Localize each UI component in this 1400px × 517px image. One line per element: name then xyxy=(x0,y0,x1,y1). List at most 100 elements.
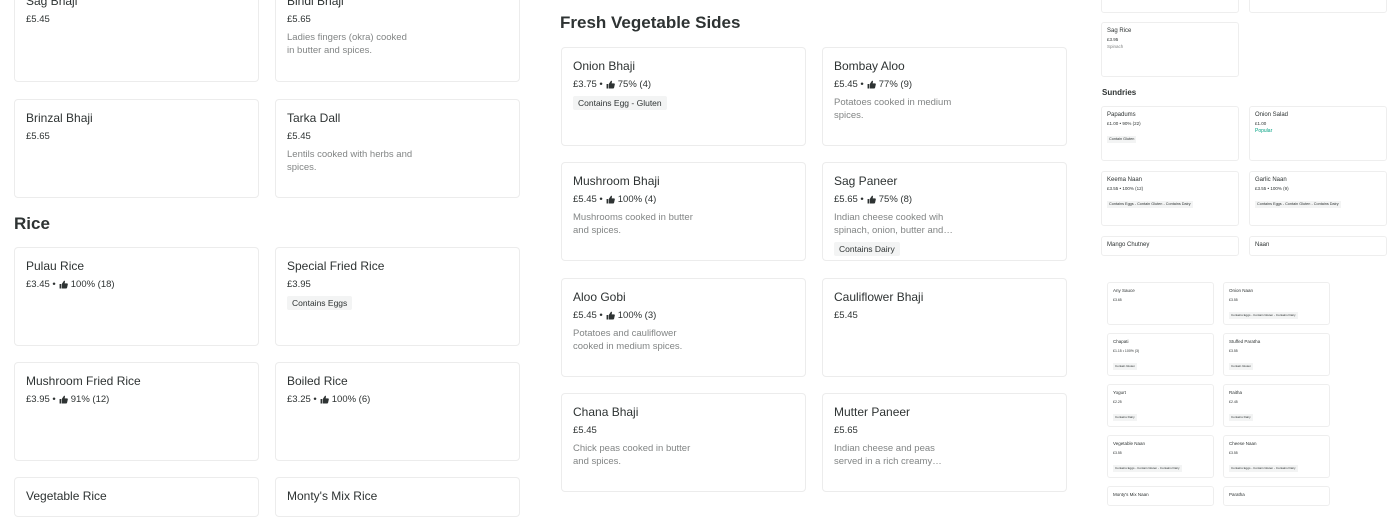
menu-item-card[interactable]: Monty's Mix Rice xyxy=(275,477,520,517)
mini-menu-item-card[interactable]: Keema Naan £3.55 • 100% (12) Contains Eg… xyxy=(1101,171,1239,226)
item-price-rating: £5.45 • 100% (3) xyxy=(573,309,794,322)
item-name: Mushroom Fried Rice xyxy=(26,374,141,388)
mini-menu-item-card[interactable]: Papadums £1.00 • 90% (22) Contain Gluten xyxy=(1101,106,1239,161)
thumbs-up-icon xyxy=(867,80,876,89)
item-name: Monty's Mix Rice xyxy=(287,489,378,503)
mini-item-name: Mango Chutney xyxy=(1107,242,1150,248)
mini-menu-item-card[interactable]: Naan xyxy=(1249,236,1387,256)
item-price: £5.45 xyxy=(26,13,247,26)
item-price-text: £5.45 • xyxy=(573,310,603,321)
mini-item-name: Onion Salad xyxy=(1255,112,1289,118)
menu-item-card[interactable]: Special Fried Rice £3.95 Contains Eggs xyxy=(275,247,520,346)
item-name: Pulau Rice xyxy=(26,259,85,273)
item-price: £5.65 xyxy=(287,13,508,26)
menu-item-card[interactable]: Mushroom Bhaji £5.45 • 100% (4) Mushroom… xyxy=(561,162,806,261)
tiny-menu-item-card[interactable]: Paratha xyxy=(1223,486,1330,506)
item-name: Brinzal Bhaji xyxy=(26,111,93,125)
tiny-allergen-tag: Contains Dairy xyxy=(1229,414,1253,421)
mini-menu-item-card[interactable]: Garlic Naan £3.55 • 100% (9) Contains Eg… xyxy=(1249,171,1387,226)
mini-menu-item-card[interactable]: Mango Chutney xyxy=(1101,236,1239,256)
tiny-item-name: Vegetable Naan xyxy=(1113,441,1146,446)
menu-item-card[interactable]: Onion Bhaji £3.75 • 75% (4) Contains Egg… xyxy=(561,47,806,146)
menu-item-card[interactable]: Mutter Paneer £5.65 Indian cheese and pe… xyxy=(822,393,1067,492)
tiny-item-name: Cheese Naan xyxy=(1229,441,1257,446)
item-description: Potatoes cooked in medium spices. xyxy=(834,97,952,121)
item-price: £5.65 xyxy=(26,130,247,143)
tiny-item-name: Monty's Mix Naan xyxy=(1113,492,1149,497)
item-description: Mushrooms cooked in butter and spices. xyxy=(573,212,693,236)
tiny-menu-item-card[interactable]: Any Sauce £3.65 xyxy=(1107,282,1214,325)
item-price-rating: £3.45 • 100% (18) xyxy=(26,278,247,291)
item-description: Potatoes and cauliflower cooked in mediu… xyxy=(573,328,683,352)
mini-card-empty[interactable] xyxy=(1101,0,1239,13)
mini-item-price: £3.55 • 100% (9) xyxy=(1255,186,1289,191)
tiny-item-name: Stuffed Paratha xyxy=(1229,339,1261,344)
item-price-rating: £5.65 • 75% (8) xyxy=(834,193,1055,206)
item-price-text: £5.45 • xyxy=(573,194,603,205)
item-price: £5.45 xyxy=(834,309,1055,322)
item-price-text: £5.45 xyxy=(287,131,311,142)
thumbs-up-icon xyxy=(867,195,876,204)
menu-item-card[interactable]: Vegetable Rice xyxy=(14,477,259,517)
tiny-allergen-tag: Contains Dairy xyxy=(1113,414,1137,421)
tiny-item-name: Yogurt xyxy=(1113,390,1126,395)
menu-item-card[interactable]: Boiled Rice £3.25 • 100% (6) xyxy=(275,362,520,461)
item-name: Aloo Gobi xyxy=(573,290,626,304)
mini-item-name: Naan xyxy=(1255,242,1270,248)
menu-item-card[interactable]: Mushroom Fried Rice £3.95 • 91% (12) xyxy=(14,362,259,461)
item-price-text: £5.45 xyxy=(834,310,858,321)
menu-item-card[interactable]: Sag Paneer £5.65 • 75% (8) Indian cheese… xyxy=(822,162,1067,261)
item-name: Bombay Aloo xyxy=(834,59,905,73)
menu-item-card[interactable]: Brinzal Bhaji £5.65 xyxy=(14,99,259,198)
thumbs-up-icon xyxy=(606,311,615,320)
item-name: Onion Bhaji xyxy=(573,59,636,73)
tiny-item-price: £3.55 xyxy=(1229,451,1238,455)
item-price-text: £5.65 xyxy=(834,425,858,436)
menu-item-card[interactable]: Sag Bhaji £5.45 xyxy=(14,0,259,82)
item-rating: 75% (4) xyxy=(617,79,652,90)
item-price-text: £5.65 xyxy=(287,14,311,25)
tiny-menu-item-card[interactable]: Vegetable Naan £3.55 Contains Eggs - Con… xyxy=(1107,435,1214,478)
item-price-rating: £5.45 • 100% (4) xyxy=(573,193,794,206)
menu-item-card[interactable]: Cauliflower Bhaji £5.45 xyxy=(822,278,1067,377)
tiny-menu-item-card[interactable]: Yogurt £2.25 Contains Dairy xyxy=(1107,384,1214,427)
menu-item-card[interactable]: Chana Bhaji £5.45 Chick peas cooked in b… xyxy=(561,393,806,492)
tiny-menu-item-card[interactable]: Cheese Naan £3.55 Contains Eggs - Contai… xyxy=(1223,435,1330,478)
tiny-item-price: £3.55 xyxy=(1229,349,1238,353)
tiny-menu-item-card[interactable]: Chapati £1.15 • 100% (3) Contain Gluten xyxy=(1107,333,1214,376)
thumbs-up-icon xyxy=(606,195,615,204)
tiny-menu-item-card[interactable]: Stuffed Paratha £3.55 Contain Gluten xyxy=(1223,333,1330,376)
tiny-allergen-tag: Contains Eggs - Contain Gluten - Contain… xyxy=(1229,312,1298,319)
item-description: Indian cheese cooked wih spinach, onion,… xyxy=(834,212,953,236)
menu-item-card[interactable]: Pulau Rice £3.45 • 100% (18) xyxy=(14,247,259,346)
tiny-allergen-tag: Contain Gluten xyxy=(1113,363,1138,370)
mini-menu-item-card[interactable]: Onion Salad £1.00 Popular xyxy=(1249,106,1387,161)
allergen-tag: Contains Eggs xyxy=(287,296,353,310)
tiny-menu-item-card[interactable]: Raitha £2.45 Contains Dairy xyxy=(1223,384,1330,427)
item-price-text: £3.45 • xyxy=(26,279,56,290)
tiny-menu-item-card[interactable]: Monty's Mix Naan xyxy=(1107,486,1214,506)
item-price-text: £5.45 • xyxy=(834,79,864,90)
item-name: Mushroom Bhaji xyxy=(573,174,660,188)
mini-card-empty[interactable] xyxy=(1249,0,1387,13)
item-price-text: £3.95 xyxy=(287,279,311,290)
item-name: Boiled Rice xyxy=(287,374,348,388)
mini-menu-item-card[interactable]: Sag Rice £3.95 Spinach xyxy=(1101,22,1239,77)
tiny-item-name: Any Sauce xyxy=(1113,288,1135,293)
menu-item-card[interactable]: Bombay Aloo £5.45 • 77% (9) Potatoes coo… xyxy=(822,47,1067,146)
tiny-item-price: £2.25 xyxy=(1113,400,1122,404)
tiny-item-name: Paratha xyxy=(1229,492,1245,497)
item-price-rating: £5.45 • 77% (9) xyxy=(834,78,1055,91)
item-price: £5.65 xyxy=(834,424,1055,437)
menu-item-card[interactable]: Tarka Dall £5.45 Lentils cooked with her… xyxy=(275,99,520,198)
tiny-item-price: £3.55 xyxy=(1229,298,1238,302)
mini-allergen-tag: Contains Eggs - Contain Gluten - Contain… xyxy=(1255,201,1341,208)
tiny-menu-item-card[interactable]: Onion Naan £3.55 Contains Eggs - Contain… xyxy=(1223,282,1330,325)
item-name: Vegetable Rice xyxy=(26,489,107,503)
item-name: Tarka Dall xyxy=(287,111,341,125)
item-rating: 75% (8) xyxy=(878,194,913,205)
menu-item-card[interactable]: Aloo Gobi £5.45 • 100% (3) Potatoes and … xyxy=(561,278,806,377)
menu-item-card[interactable]: Bindi Bhaji £5.65 Ladies fingers (okra) … xyxy=(275,0,520,82)
item-name: Mutter Paneer xyxy=(834,405,911,419)
allergen-tag: Contains Egg - Gluten xyxy=(573,96,667,110)
